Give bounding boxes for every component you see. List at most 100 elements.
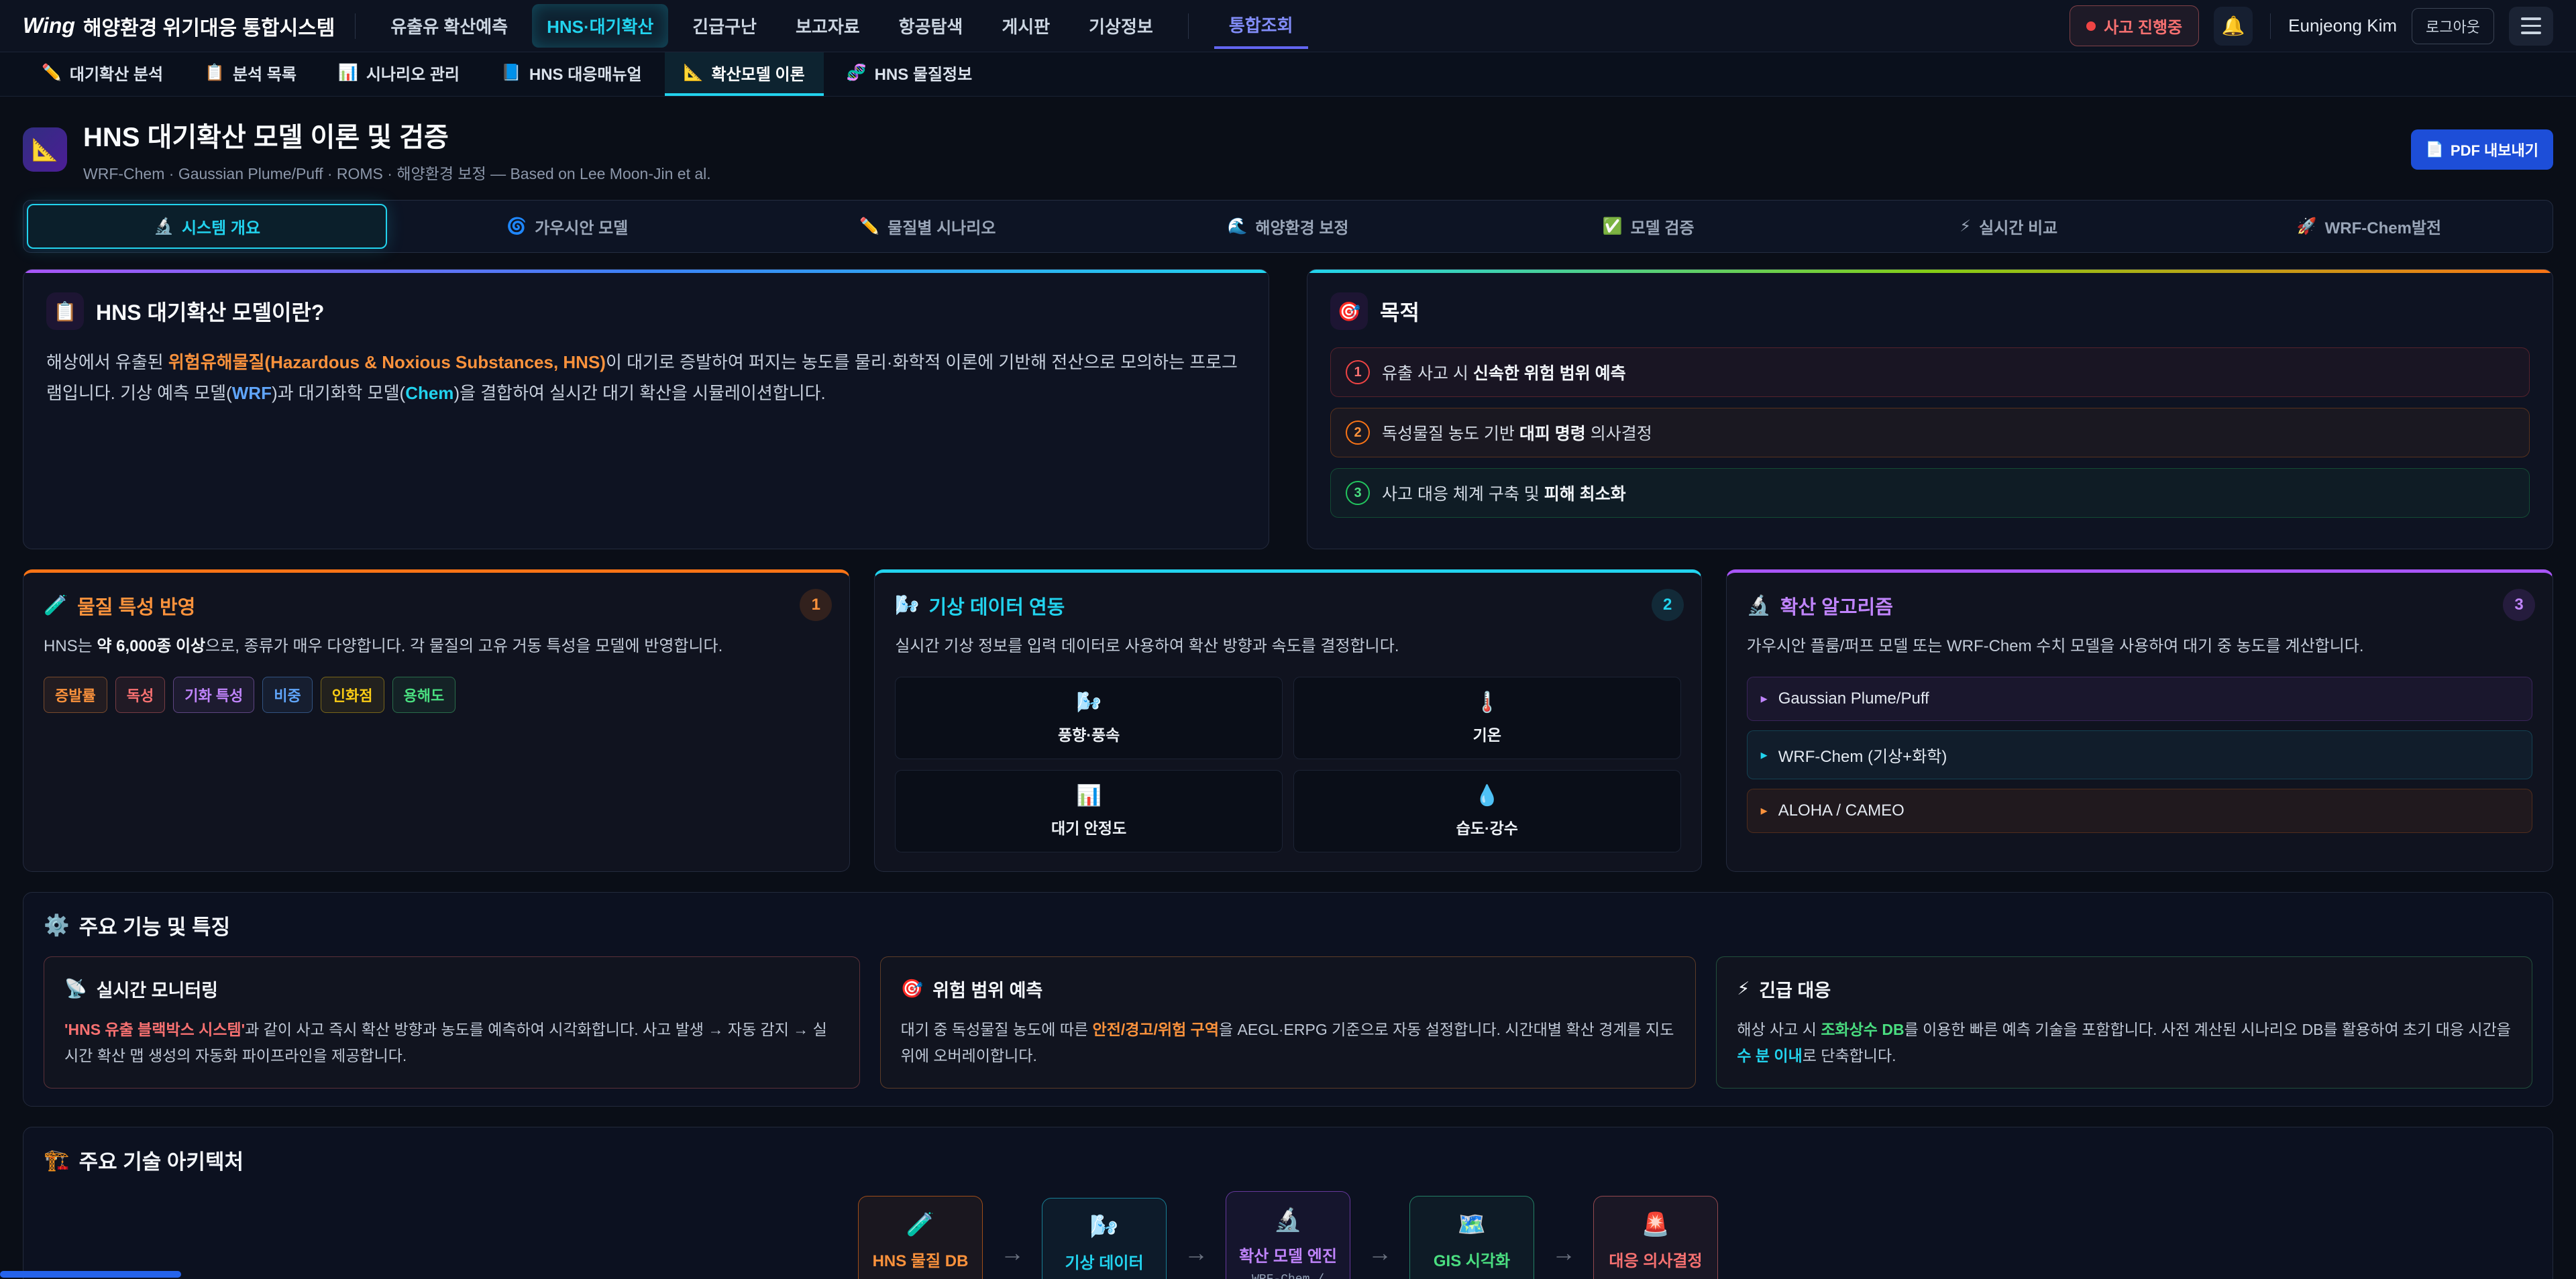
purpose-text: 독성물질 농도 기반 대피 명령 의사결정	[1382, 421, 1652, 445]
feature-number-badge: 1	[800, 589, 832, 621]
capability-title: ⚡긴급 대응	[1737, 976, 2512, 1002]
feature-title-label: 확산 알고리즘	[1780, 592, 1893, 620]
text-segment: 약 6,000종 이상	[97, 637, 205, 655]
top-navigation-bar: Wing 해양환경 위기대응 통합시스템 유출유 확산예측HNS·대기확산긴급구…	[0, 0, 2576, 52]
algorithm-item-WRF-Chem (기상+화학)[interactable]: ▸WRF-Chem (기상+화학)	[1747, 730, 2532, 779]
feature-number-badge: 3	[2503, 589, 2535, 621]
capabilities-title: 주요 기능 및 특징	[79, 910, 230, 940]
tab-label: 모델 검증	[1631, 215, 1695, 238]
weather-label: 기온	[1473, 726, 1501, 744]
nav-item-portal[interactable]: 통합조회	[1214, 3, 1308, 49]
algorithm-label: Gaussian Plume/Puff	[1778, 689, 1929, 708]
tab-시스템 개요[interactable]: 🔬시스템 개요	[27, 204, 387, 249]
tab-label: WRF-Chem발전	[2325, 215, 2441, 238]
algorithm-item-Gaussian Plume/Puff[interactable]: ▸Gaussian Plume/Puff	[1747, 677, 2532, 721]
weather-label: 습도·강수	[1456, 820, 1518, 837]
subnav-label: 확산모델 이론	[712, 61, 805, 85]
weather-tiles: 🌬️풍향·풍속🌡️기온📊대기 안정도💧습도·강수	[895, 677, 1680, 852]
hamburger-menu-button[interactable]	[2509, 7, 2553, 46]
subnav-item-대기확산 분석[interactable]: ✏️대기확산 분석	[23, 52, 182, 96]
feature-card-기상 데이터 연동: 🌬️기상 데이터 연동2실시간 기상 정보를 입력 데이터로 사용하여 확산 방…	[874, 569, 1701, 872]
text-segment: 대기 중 독성물질 농도에 따른	[901, 1021, 1093, 1038]
subnav-item-시나리오 관리[interactable]: 📊시나리오 관리	[319, 52, 478, 96]
top-right-controls: 사고 진행중 🔔 Eunjeong Kim 로그아웃	[2070, 5, 2553, 46]
app-brand[interactable]: Wing 해양환경 위기대응 통합시스템	[23, 11, 335, 41]
tab-모델 검증[interactable]: ✅ 모델 검증	[1468, 204, 1829, 249]
nav-item-보고자료[interactable]: 보고자료	[781, 4, 875, 48]
subnav-label: HNS 대응매뉴얼	[529, 61, 642, 85]
flow-step-title: GIS 시각화	[1417, 1247, 1527, 1271]
feature-title-label: 기상 데이터 연동	[928, 592, 1065, 620]
tab-실시간 비교[interactable]: ⚡실시간 비교	[1829, 204, 2189, 249]
subnav-item-분석 목록[interactable]: 📋분석 목록	[186, 52, 315, 96]
text-segment: 독성물질 농도 기반	[1382, 425, 1519, 443]
nav-item-HNS·대기확산[interactable]: HNS·대기확산	[532, 4, 668, 48]
nav-item-기상정보[interactable]: 기상정보	[1074, 4, 1168, 48]
right-arrow-icon: →	[1184, 1239, 1208, 1267]
horizontal-scrollbar-thumb[interactable]	[0, 1271, 181, 1278]
notifications-button[interactable]: 🔔	[2214, 7, 2253, 46]
text-segment: 대피 명령	[1519, 425, 1586, 443]
algorithm-item-ALOHA / CAMEO[interactable]: ▸ALOHA / CAMEO	[1747, 789, 2532, 833]
tag-기화 특성[interactable]: 기화 특성	[173, 677, 254, 713]
ruler-icon: 📐	[23, 127, 67, 172]
text-segment: 사고 대응 체계 구축 및	[1382, 485, 1544, 504]
weather-tile-대기 안정도: 📊대기 안정도	[895, 770, 1283, 852]
tag-용해도[interactable]: 용해도	[392, 677, 456, 713]
purpose-number: 2	[1346, 421, 1370, 445]
pdf-export-button[interactable]: 📄 PDF 내보내기	[2411, 129, 2553, 170]
tab-icon: ✅	[1603, 217, 1623, 236]
feature-card-body: 실시간 기상 정보를 입력 데이터로 사용하여 확산 방향과 속도를 결정합니다…	[895, 633, 1680, 661]
logout-button[interactable]: 로그아웃	[2412, 8, 2494, 44]
capability-icon: ⚡	[1737, 979, 1750, 999]
subnav-item-확산모델 이론[interactable]: 📐 확산모델 이론	[665, 52, 824, 96]
flow-step-HNS 물질 DB: 🧪HNS 물질 DB6,000+ 물질	[858, 1196, 983, 1279]
weather-label: 풍향·풍속	[1058, 726, 1120, 744]
capabilities-panel: ⚙️ 주요 기능 및 특징 📡실시간 모니터링'HNS 유출 블랙박스 시스템'…	[23, 892, 2553, 1107]
nav-item-긴급구난[interactable]: 긴급구난	[678, 4, 771, 48]
flow-step-icon: 🗺️	[1417, 1211, 1527, 1238]
weather-icon: 🌬️	[902, 691, 1275, 714]
right-arrow-icon: →	[1000, 1239, 1024, 1267]
target-icon: 🎯	[1330, 292, 1368, 330]
subnav-icon: 📐	[684, 63, 704, 82]
tag-독성[interactable]: 독성	[115, 677, 165, 713]
divider	[1188, 13, 1189, 39]
feature-card-title: 🧪물질 특성 반영	[44, 592, 829, 620]
nav-item-항공탐색[interactable]: 항공탐색	[884, 4, 978, 48]
text-segment: 해상에서 유출된	[46, 352, 168, 372]
capability-icon: 🎯	[901, 978, 924, 999]
tab-icon: 🌊	[1227, 217, 1247, 236]
tab-해양환경 보정[interactable]: 🌊해양환경 보정	[1108, 204, 1468, 249]
architecture-title: 주요 기술 아키텍처	[79, 1145, 244, 1175]
nav-item-게시판[interactable]: 게시판	[987, 4, 1065, 48]
subnav-item-HNS 물질정보[interactable]: 🧬HNS 물질정보	[828, 52, 991, 96]
feature-title-label: 물질 특성 반영	[77, 592, 195, 620]
architecture-panel: 🏗️ 주요 기술 아키텍처 🧪HNS 물질 DB6,000+ 물질→🌬️기상 데…	[23, 1127, 2553, 1279]
text-segment: 신속한 위험 범위 예측	[1473, 364, 1626, 383]
tab-WRF-Chem발전[interactable]: 🚀WRF-Chem발전	[2189, 204, 2549, 249]
flow-step-title: 대응 의사결정	[1601, 1247, 1711, 1271]
capability-title-label: 실시간 모니터링	[97, 976, 218, 1002]
tag-증발률[interactable]: 증발률	[44, 677, 107, 713]
tag-비중[interactable]: 비중	[262, 677, 312, 713]
incident-status-badge[interactable]: 사고 진행중	[2070, 5, 2199, 46]
text-segment: 조화상수 DB	[1821, 1021, 1904, 1038]
text-segment: 피해 최소화	[1544, 485, 1626, 504]
tab-물질별 시나리오[interactable]: ✏️물질별 시나리오	[747, 204, 1108, 249]
page-header: 📐 HNS 대기확산 모델 이론 및 검증 WRF-Chem · Gaussia…	[0, 97, 2576, 197]
pdf-icon: 📄	[2426, 141, 2444, 158]
feature-card-body: HNS는 약 6,000종 이상으로, 종류가 매우 다양합니다. 각 물질의 …	[44, 633, 829, 661]
flow-step-icon: 🚨	[1601, 1211, 1711, 1238]
tab-가우시안 모델[interactable]: 🌀가우시안 모델	[387, 204, 747, 249]
text-segment: 안전/경고/위험 구역	[1093, 1021, 1219, 1038]
nav-item-유출유 확산예측[interactable]: 유출유 확산예측	[376, 4, 523, 48]
tab-icon: 🔬	[154, 217, 174, 236]
subnav-icon: 📘	[501, 63, 521, 82]
tag-인화점[interactable]: 인화점	[321, 677, 384, 713]
purpose-title: 목적	[1380, 296, 1419, 327]
purpose-number: 3	[1346, 481, 1370, 505]
flow-step-기상 데이터: 🌬️기상 데이터KMA / AWS	[1042, 1198, 1167, 1279]
subnav-item-HNS 대응매뉴얼[interactable]: 📘 HNS 대응매뉴얼	[482, 52, 661, 96]
feature-cards-row: 🧪물질 특성 반영1 HNS는 약 6,000종 이상으로, 종류가 매우 다양합…	[23, 569, 2553, 872]
